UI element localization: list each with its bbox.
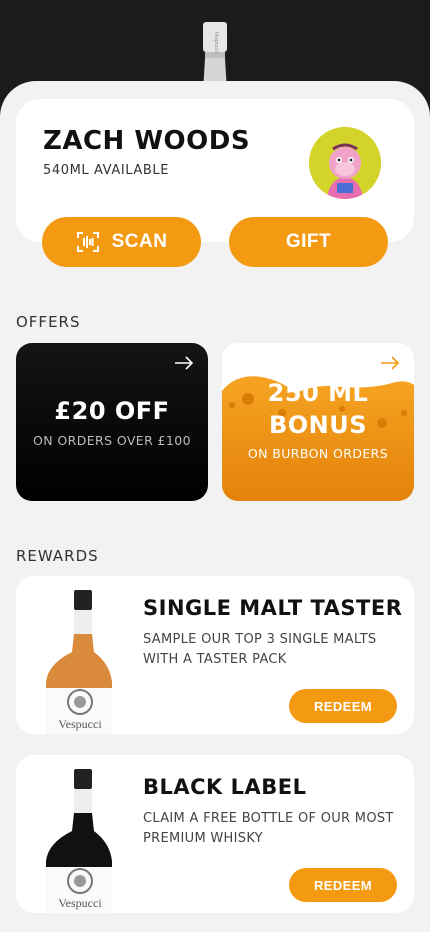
reward-description: CLAIM A FREE BOTTLE OF OUR MOST PREMIUM … — [143, 811, 394, 846]
whisky-bottle-image: Vespucci — [46, 590, 112, 734]
user-name: ZACH WOODS — [43, 126, 251, 156]
offer-subtitle: ON BURBON ORDERS — [247, 446, 389, 461]
reward-card-single-malt: Vespucci SINGLE MALT TASTER SAMPLE OUR T… — [16, 576, 414, 734]
scan-icon — [76, 232, 99, 252]
offer-card-bonus[interactable]: 250 ML BONUS ON BURBON ORDERS — [222, 343, 414, 501]
reward-card-black-label: Vespucci BLACK LABEL CLAIM A FREE BOTTLE… — [16, 755, 414, 913]
scan-button[interactable]: SCAN — [42, 217, 201, 267]
rewards-section-title: REWARDS — [16, 547, 99, 565]
reward-title: SINGLE MALT TASTER — [143, 596, 403, 620]
redeem-button[interactable]: REDEEM — [289, 868, 397, 902]
redeem-button[interactable]: REDEEM — [289, 689, 397, 723]
offer-title-line2: BONUS — [268, 411, 368, 439]
whisky-bottle-image: Vespucci — [46, 769, 112, 913]
svg-text:Vespucci: Vespucci — [213, 31, 219, 53]
offer-card-discount[interactable]: £20 OFF ON ORDERS OVER £100 — [16, 343, 208, 501]
offer-title-line1: 250 ML — [267, 379, 369, 407]
gift-label: GIFT — [285, 231, 332, 252]
ape-avatar-icon — [309, 127, 381, 199]
offer-title: 250 ML BONUS — [222, 377, 414, 441]
gift-button[interactable]: GIFT — [229, 217, 388, 267]
available-balance: 540ML AVAILABLE — [43, 163, 170, 178]
offer-title: £20 OFF — [54, 397, 170, 425]
avatar[interactable] — [309, 127, 381, 199]
offers-section-title: OFFERS — [16, 313, 81, 331]
arrow-right-icon — [175, 356, 194, 370]
reward-description: SAMPLE OUR TOP 3 SINGLE MALTS WITH A TAS… — [143, 632, 377, 667]
offer-subtitle: ON ORDERS OVER £100 — [33, 433, 191, 448]
reward-title: BLACK LABEL — [143, 775, 307, 799]
scan-label: SCAN — [111, 231, 168, 252]
bottle-brand: Vespucci — [58, 896, 102, 910]
bottle-brand: Vespucci — [58, 717, 102, 731]
arrow-right-icon — [381, 356, 400, 370]
